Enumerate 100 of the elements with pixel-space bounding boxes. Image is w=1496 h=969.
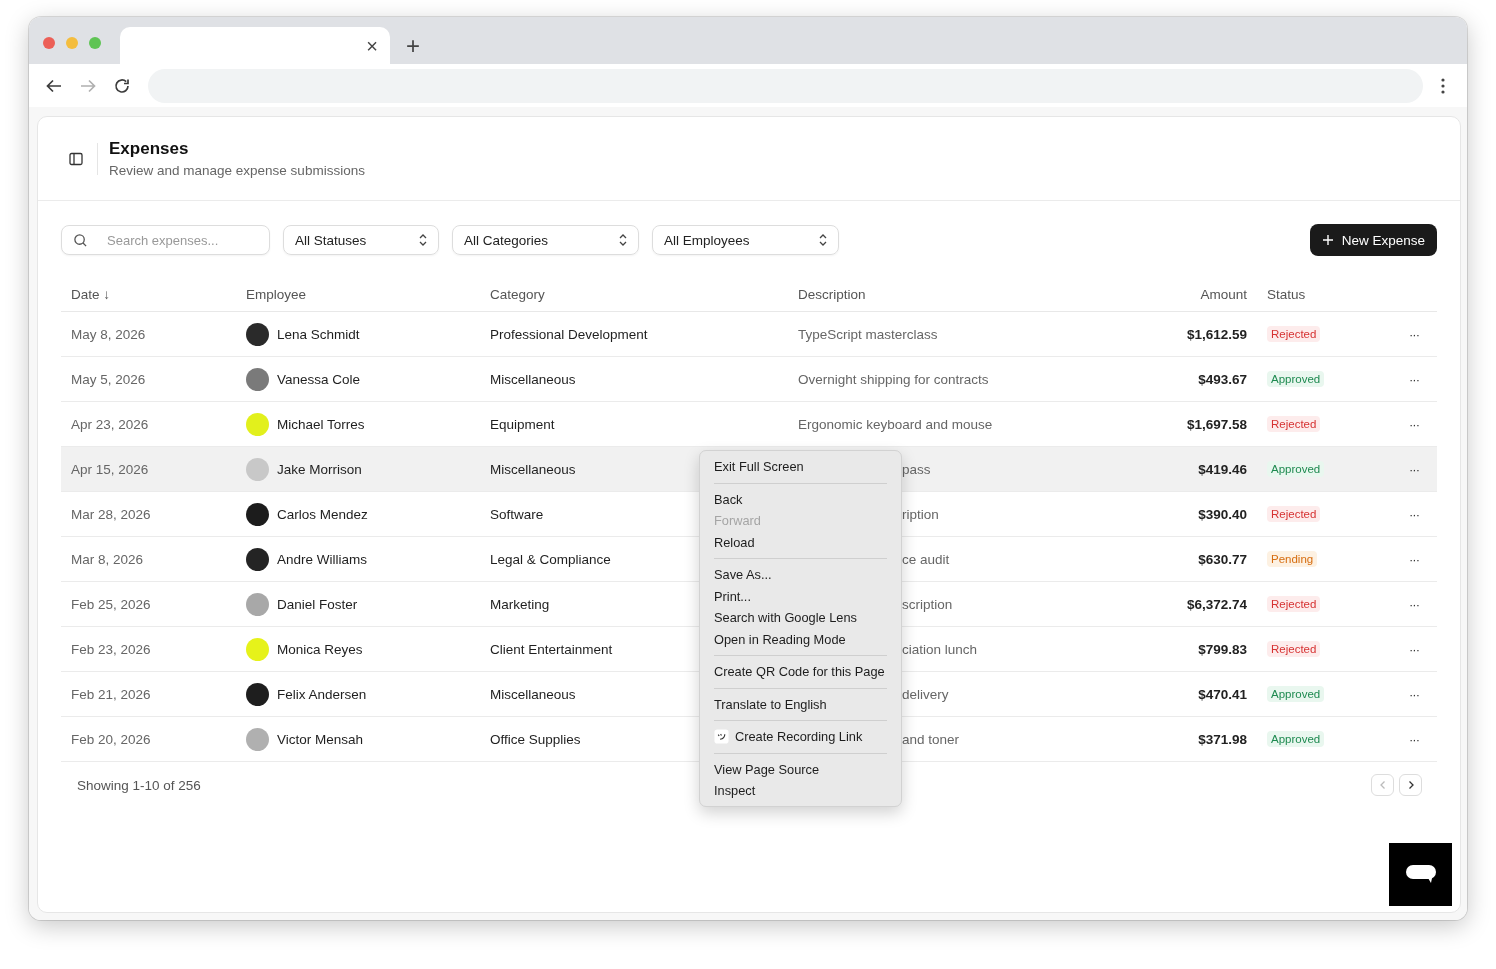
app-icon xyxy=(714,729,729,745)
employee-name: Vanessa Cole xyxy=(277,371,361,387)
plus-icon xyxy=(1321,234,1334,246)
chevron-up-down-icon xyxy=(418,233,428,247)
row-actions-button[interactable]: ··· xyxy=(1409,506,1419,522)
minimize-window-icon[interactable] xyxy=(66,36,78,49)
date-cell: May 8, 2026 xyxy=(71,326,146,342)
browser-tab[interactable]: × xyxy=(120,27,390,64)
page-title: Expenses xyxy=(109,139,190,159)
column-header: Category xyxy=(490,287,545,302)
status-badge: Rejected xyxy=(1267,641,1321,657)
menu-item[interactable]: Create QR Code for this Page xyxy=(700,661,901,683)
description-cell: Overnight shipping for contracts xyxy=(798,371,989,387)
category-cell: Office Supplies xyxy=(490,731,581,747)
amount-cell: $799.83 xyxy=(1198,641,1247,657)
row-actions-button[interactable]: ··· xyxy=(1409,551,1419,567)
employee-name: Lena Schmidt xyxy=(277,326,360,342)
search-icon xyxy=(73,233,88,248)
date-cell: Mar 28, 2026 xyxy=(71,506,151,522)
description-cell: ce audit xyxy=(902,551,950,567)
zoom-window-icon[interactable] xyxy=(89,36,101,49)
column-header: Status xyxy=(1267,287,1306,302)
filter-dropdown[interactable]: All Employees xyxy=(652,225,839,255)
description-cell: and toner xyxy=(902,731,960,747)
filter-dropdown[interactable]: All Statuses xyxy=(283,225,439,255)
status-badge: Pending xyxy=(1267,551,1318,567)
description-cell: ciation lunch xyxy=(902,641,978,657)
reload-icon[interactable] xyxy=(113,76,131,95)
date-cell: Apr 23, 2026 xyxy=(71,416,149,432)
row-actions-button[interactable]: ··· xyxy=(1409,416,1419,432)
employee-name: Daniel Foster xyxy=(277,596,358,612)
description-cell: delivery xyxy=(902,686,949,702)
chevron-left-icon xyxy=(1378,780,1387,790)
employee-name: Michael Torres xyxy=(277,416,365,432)
menu-item[interactable]: Print... xyxy=(700,585,901,607)
category-cell: Marketing xyxy=(490,596,550,612)
chevron-right-icon xyxy=(1406,780,1415,790)
menu-item[interactable]: Save As... xyxy=(700,564,901,586)
amount-cell: $1,697.58 xyxy=(1186,416,1247,432)
menu-item[interactable]: Reload xyxy=(700,531,901,553)
date-cell: Feb 21, 2026 xyxy=(71,686,151,702)
amount-cell: $419.46 xyxy=(1198,461,1247,477)
row-actions-button[interactable]: ··· xyxy=(1409,641,1419,657)
date-cell: Feb 20, 2026 xyxy=(71,731,151,747)
page-subtitle: Review and manage expense submissions xyxy=(109,163,365,178)
status-badge: Rejected xyxy=(1267,416,1321,432)
date-cell: May 5, 2026 xyxy=(71,371,146,387)
more-menu-icon[interactable] xyxy=(1441,77,1445,94)
pagination-summary: Showing 1-10 of 256 xyxy=(77,777,201,793)
date-cell: Mar 8, 2026 xyxy=(71,551,144,567)
chevron-up-down-icon xyxy=(818,233,828,247)
menu-item[interactable]: Open in Reading Mode xyxy=(700,628,901,650)
close-tab-button[interactable]: × xyxy=(366,35,378,56)
category-cell: Miscellaneous xyxy=(490,461,576,477)
row-actions-button[interactable]: ··· xyxy=(1409,461,1419,477)
column-header[interactable]: Date ↓ xyxy=(71,287,111,302)
new-tab-button[interactable]: + xyxy=(406,34,420,58)
row-actions-button[interactable]: ··· xyxy=(1409,371,1419,387)
menu-item[interactable]: Search with Google Lens xyxy=(700,607,901,629)
category-cell: Miscellaneous xyxy=(490,686,576,702)
employee-name: Victor Mensah xyxy=(277,731,364,747)
status-badge: Approved xyxy=(1267,731,1325,747)
status-badge: Approved xyxy=(1267,371,1325,387)
description-cell: ription xyxy=(902,506,939,522)
row-actions-button[interactable]: ··· xyxy=(1409,731,1419,747)
menu-item[interactable]: View Page Source xyxy=(700,758,901,780)
category-cell: Professional Development xyxy=(490,326,648,342)
employee-name: Andre Williams xyxy=(277,551,368,567)
amount-cell: $493.67 xyxy=(1198,371,1247,387)
sidebar-toggle-icon[interactable] xyxy=(69,151,83,166)
date-cell: Feb 25, 2026 xyxy=(71,596,151,612)
category-cell: Software xyxy=(490,506,544,522)
filter-dropdown[interactable]: All Categories xyxy=(452,225,639,255)
amount-cell: $6,372.74 xyxy=(1186,596,1247,612)
menu-item[interactable]: Create Recording Link xyxy=(700,726,901,748)
search-field[interactable]: Search expenses... xyxy=(61,225,270,255)
column-header: Description xyxy=(798,287,866,302)
category-cell: Equipment xyxy=(490,416,555,432)
menu-item[interactable]: Back xyxy=(700,488,901,510)
menu-item[interactable]: Translate to English xyxy=(700,693,901,715)
row-actions-button[interactable]: ··· xyxy=(1409,686,1419,702)
menu-item[interactable]: Inspect xyxy=(700,780,901,802)
category-cell: Miscellaneous xyxy=(490,371,576,387)
category-cell: Client Entertainment xyxy=(490,641,613,657)
employee-name: Carlos Mendez xyxy=(277,506,368,522)
description-cell: scription xyxy=(902,596,953,612)
employee-name: Monica Reyes xyxy=(277,641,363,657)
new-expense-button[interactable]: New Expense xyxy=(1309,224,1437,256)
description-cell: TypeScript masterclass xyxy=(798,326,938,342)
chevron-up-down-icon xyxy=(618,233,628,247)
next-page-button[interactable] xyxy=(1399,774,1422,796)
status-badge: Rejected xyxy=(1267,506,1321,522)
row-actions-button[interactable]: ··· xyxy=(1409,326,1419,342)
category-cell: Legal & Compliance xyxy=(490,551,611,567)
description-cell: Ergonomic keyboard and mouse xyxy=(798,416,993,432)
description-cell: pass xyxy=(902,461,931,477)
chat-button[interactable] xyxy=(1389,843,1452,906)
menu-item[interactable]: Exit Full Screen xyxy=(700,456,901,478)
row-actions-button[interactable]: ··· xyxy=(1409,596,1419,612)
close-window-icon[interactable] xyxy=(43,36,55,49)
